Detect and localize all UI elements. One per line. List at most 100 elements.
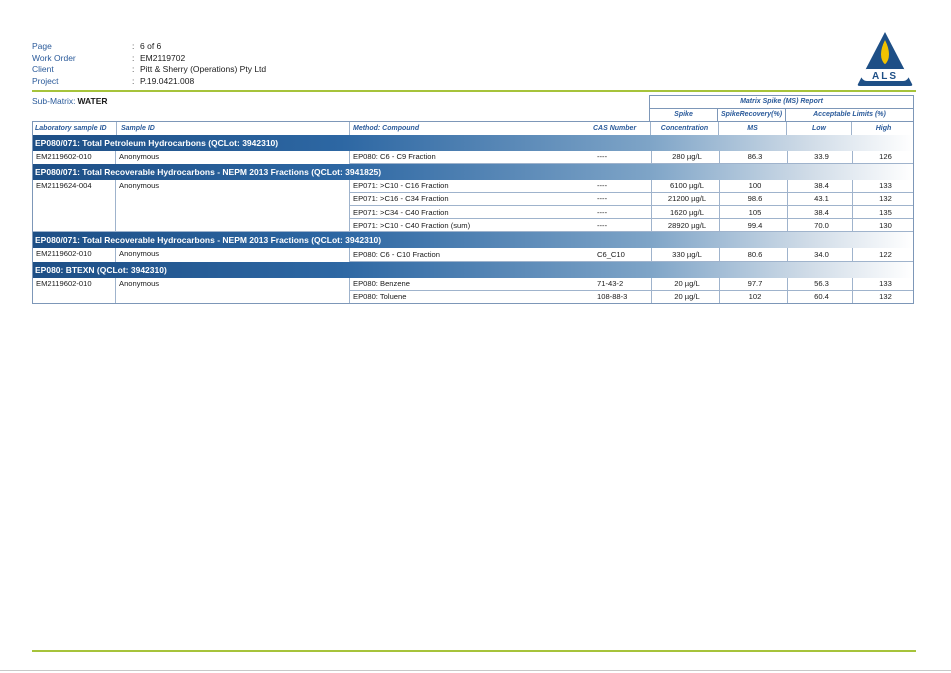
table-super-header-row: Sub-Matrix: WATER Matrix Spike (MS) Repo… (32, 95, 914, 108)
group-body: EM2119602-010 Anonymous EP080: Benzene 7… (33, 277, 915, 304)
method-cell: EP071: >C10 - C16 Fraction (353, 181, 449, 191)
qc-group: EP080/071: Total Recoverable Hydrocarbon… (32, 163, 915, 233)
table-column-header-row: Laboratory sample ID Sample ID Method: C… (32, 120, 915, 135)
submatrix-value: WATER (77, 96, 108, 107)
table-row: EP071: >C34 - C40 Fraction ---- 1620 µg/… (349, 206, 915, 220)
sample-id: Anonymous (119, 278, 160, 288)
group-body: EM2119624-004 Anonymous EP071: >C10 - C1… (33, 179, 915, 233)
group-title: EP080/071: Total Recoverable Hydrocarbon… (33, 232, 913, 249)
cas-cell: 108-88-3 (597, 292, 628, 302)
table-row: EP071: >C16 - C34 Fraction ---- 21200 µg… (349, 192, 915, 207)
table-row: EP080: C6 - C9 Fraction ---- 280 µg/L 86… (349, 150, 915, 164)
ms-cell: 100 (719, 179, 787, 192)
work-order-label: Work Order (32, 52, 76, 63)
colon: : (132, 40, 135, 51)
high-cell: 135 (852, 206, 915, 219)
ms-cell: 99.4 (719, 219, 787, 232)
lab-sample-id: EM2119624-004 (36, 180, 92, 190)
submatrix-label: Sub-Matrix: (32, 96, 76, 107)
qc-group: EP080/071: Total Recoverable Hydrocarbon… (32, 232, 914, 262)
spike-recovery-header: SpikeRecovery(%) (717, 107, 785, 121)
ms-report-header: Matrix Spike (MS) Report (649, 95, 914, 108)
high-cell: 133 (852, 277, 915, 290)
cas-number-header: CAS Number (593, 124, 637, 132)
group-body: EM2119602-010 Anonymous EP080: C6 - C9 F… (33, 150, 915, 164)
high-cell: 126 (852, 150, 915, 163)
footer-divider (32, 650, 916, 652)
header-row-project: Project : P.19.0421.008 (32, 75, 266, 87)
als-logo: ALS (855, 30, 915, 88)
group-body: EM2119602-010 Anonymous EP080: C6 - C10 … (33, 248, 913, 262)
concentration-cell: 330 µg/L (651, 248, 719, 261)
lab-sample-id: EM2119602-010 (36, 151, 92, 161)
cas-cell: C6_C10 (597, 250, 625, 260)
cas-cell: ---- (597, 152, 608, 162)
method-cell: EP071: >C16 - C34 Fraction (353, 194, 449, 204)
ms-cell: 80.6 (719, 248, 787, 261)
sample-id: Anonymous (119, 180, 160, 190)
cas-cell: ---- (597, 194, 608, 204)
ms-cell: 105 (719, 206, 787, 219)
spike-header: Spike (649, 107, 717, 121)
ms-cell: 102 (719, 290, 787, 303)
method-cell: EP080: Benzene (353, 279, 410, 289)
table-row: EP071: >C10 - C40 Fraction (sum) ---- 28… (349, 219, 915, 232)
table-row: EP071: >C10 - C16 Fraction ---- 6100 µg/… (349, 179, 915, 193)
acceptable-limits-header: Acceptable Limits (%) (785, 107, 914, 121)
method-cell: EP071: >C34 - C40 Fraction (353, 207, 449, 217)
als-logo-icon: ALS (857, 32, 913, 86)
low-cell: 43.1 (787, 192, 852, 206)
table-header-row-2: Spike SpikeRecovery(%) Acceptable Limits… (32, 107, 914, 121)
group-title: EP080: BTEXN (QCLot: 3942310) (33, 261, 913, 278)
colon: : (132, 64, 135, 75)
concentration-cell: 20 µg/L (651, 277, 719, 290)
header-row-page: Page : 6 of 6 (32, 40, 266, 52)
high-cell: 130 (852, 219, 915, 232)
concentration-cell: 20 µg/L (651, 290, 719, 303)
sample-id: Anonymous (119, 151, 160, 161)
high-cell: 132 (852, 192, 915, 206)
qc-group: EP080: BTEXN (QCLot: 3942310) EM2119602-… (32, 261, 915, 304)
low-cell: 34.0 (787, 248, 852, 261)
logo-text: ALS (872, 71, 898, 82)
group-title: EP080/071: Total Recoverable Hydrocarbon… (33, 163, 913, 180)
header-divider (32, 90, 916, 92)
ms-cell: 97.7 (719, 277, 787, 290)
client-label: Client (32, 64, 54, 75)
colon: : (132, 52, 135, 63)
table-row: EP080: Toluene 108-88-3 20 µg/L 102 60.4… (349, 290, 915, 303)
page-value: 6 of 6 (140, 40, 162, 51)
concentration-cell: 28920 µg/L (651, 219, 719, 232)
concentration-cell: 21200 µg/L (651, 192, 719, 206)
lab-sample-id: EM2119602-010 (36, 278, 92, 288)
table-row: EP080: Benzene 71-43-2 20 µg/L 97.7 56.3… (349, 277, 915, 291)
concentration-cell: 1620 µg/L (651, 206, 719, 219)
page-label: Page (32, 40, 52, 51)
low-cell: 38.4 (787, 206, 852, 219)
lab-sample-id: EM2119602-010 (36, 249, 92, 259)
project-label: Project (32, 75, 59, 86)
report-header: Page : 6 of 6 Work Order : EM2119702 Cli… (32, 40, 266, 87)
lab-sample-id-header: Laboratory sample ID (35, 124, 107, 132)
high-header: High (851, 121, 915, 135)
low-cell: 33.9 (787, 150, 852, 163)
method-header: Method: Compound (349, 121, 593, 135)
concentration-cell: 6100 µg/L (651, 179, 719, 192)
sample-id-header: Sample ID (116, 121, 349, 135)
method-cell: EP080: Toluene (353, 292, 407, 302)
submatrix: Sub-Matrix: WATER (32, 95, 332, 108)
low-cell: 70.0 (787, 219, 852, 232)
method-cell: EP071: >C10 - C40 Fraction (sum) (353, 220, 471, 230)
project-value: P.19.0421.008 (140, 75, 195, 86)
cas-cell: ---- (597, 181, 608, 191)
high-cell: 132 (852, 290, 915, 303)
sample-id: Anonymous (119, 249, 160, 259)
method-cell: EP080: C6 - C10 Fraction (353, 250, 440, 260)
ms-report-table: Sub-Matrix: WATER Matrix Spike (MS) Repo… (32, 95, 914, 304)
low-header: Low (786, 121, 851, 135)
header-row-work-order: Work Order : EM2119702 (32, 52, 266, 64)
page-edge (0, 670, 951, 671)
qc-group: EP080/071: Total Petroleum Hydrocarbons … (32, 134, 915, 164)
high-cell: 133 (852, 179, 915, 192)
low-cell: 38.4 (787, 179, 852, 192)
